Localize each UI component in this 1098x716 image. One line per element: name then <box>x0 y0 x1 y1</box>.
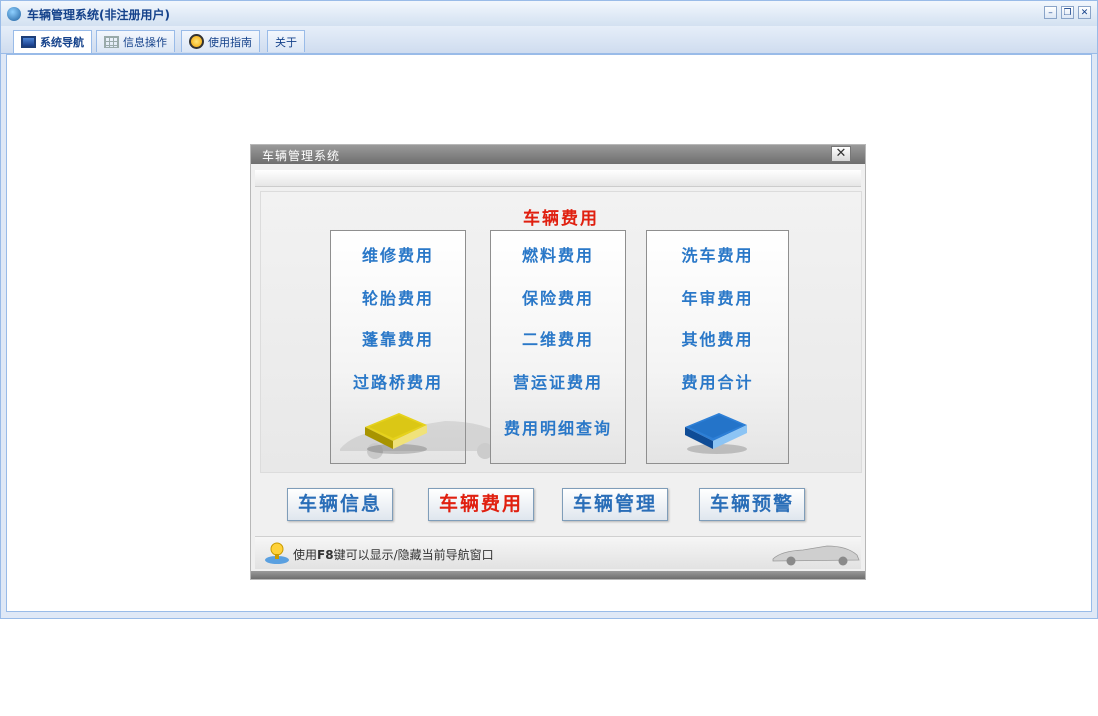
restore-icon[interactable]: ❐ <box>1061 6 1074 19</box>
title-bar: 车辆管理系统(非注册用户) – ❐ ✕ <box>1 1 1097 27</box>
menu-item-other[interactable]: 其他费用 <box>647 326 788 350</box>
menu-item-repair[interactable]: 维修费用 <box>331 242 465 266</box>
dialog-header-band <box>255 170 861 187</box>
menu-item-fuel[interactable]: 燃料费用 <box>491 242 625 266</box>
tab-strip: 系统导航 信息操作 使用指南 关于 <box>1 26 1097 54</box>
vehicle-manage-button[interactable]: 车辆管理 <box>562 488 668 521</box>
app-logo-icon <box>7 7 21 21</box>
window-title: 车辆管理系统(非注册用户) <box>27 8 170 22</box>
vehicle-info-button[interactable]: 车辆信息 <box>287 488 393 521</box>
minimize-icon[interactable]: – <box>1044 6 1057 19</box>
tab-label: 关于 <box>275 35 297 49</box>
menu-item-insurance[interactable]: 保险费用 <box>491 285 625 309</box>
sports-car-icon <box>772 545 860 566</box>
vehicle-warning-button[interactable]: 车辆预警 <box>699 488 805 521</box>
blue-binder-icon <box>685 413 747 454</box>
nav-dialog: 车辆管理系统 ✕ 车辆费用 维修费用 轮胎费用 蓬靠费用 过路桥费用 燃料费用 … <box>251 145 865 579</box>
grid-icon <box>104 35 119 48</box>
menu-item-total[interactable]: 费用合计 <box>647 369 788 393</box>
vehicle-cost-button[interactable]: 车辆费用 <box>428 488 534 521</box>
menu-item-annual-check[interactable]: 年审费用 <box>647 285 788 309</box>
cost-column-3: 洗车费用 年审费用 其他费用 费用合计 <box>646 230 789 464</box>
menu-item-tire[interactable]: 轮胎费用 <box>331 285 465 309</box>
menu-item-wash[interactable]: 洗车费用 <box>647 242 788 266</box>
menu-item-tarp[interactable]: 蓬靠费用 <box>331 326 465 350</box>
tab-user-guide[interactable]: 使用指南 <box>181 30 260 52</box>
close-icon[interactable]: ✕ <box>831 146 851 162</box>
tab-label: 系统导航 <box>40 36 84 49</box>
hint-bar: 使用F8键可以显示/隐藏当前导航窗口 <box>255 536 861 569</box>
lightbulb-icon <box>265 542 289 564</box>
tab-about[interactable]: 关于 <box>267 30 305 52</box>
close-icon[interactable]: ✕ <box>1078 6 1091 19</box>
tab-label: 使用指南 <box>208 35 252 49</box>
yellow-binder-icon <box>365 413 427 454</box>
cost-column-1: 维修费用 轮胎费用 蓬靠费用 过路桥费用 <box>330 230 520 464</box>
tab-info-ops[interactable]: 信息操作 <box>96 30 175 52</box>
tab-system-nav[interactable]: 系统导航 <box>13 30 92 53</box>
dialog-title: 车辆管理系统 <box>262 149 341 163</box>
section-title: 车辆费用 <box>523 209 599 229</box>
cost-column-2: 燃料费用 保险费用 二维费用 营运证费用 费用明细查询 <box>490 230 626 464</box>
menu-item-maintenance[interactable]: 二维费用 <box>491 326 625 350</box>
dialog-title-bar[interactable]: 车辆管理系统 ✕ <box>251 145 865 164</box>
cost-panel: 车辆费用 维修费用 轮胎费用 蓬靠费用 过路桥费用 燃料费用 保险费用 二维费用 <box>260 191 862 473</box>
menu-item-license[interactable]: 营运证费用 <box>491 369 625 393</box>
hint-text: 使用F8键可以显示/隐藏当前导航窗口 <box>293 548 494 562</box>
dialog-bottom-bar <box>251 571 865 579</box>
menu-item-cost-detail[interactable]: 费用明细查询 <box>491 415 625 439</box>
menu-item-toll[interactable]: 过路桥费用 <box>331 369 465 393</box>
tab-label: 信息操作 <box>123 35 167 49</box>
help-circle-icon <box>189 34 204 49</box>
nav-button-row: 车辆信息 车辆费用 车辆管理 车辆预警 <box>251 488 865 522</box>
monitor-icon <box>21 36 36 48</box>
